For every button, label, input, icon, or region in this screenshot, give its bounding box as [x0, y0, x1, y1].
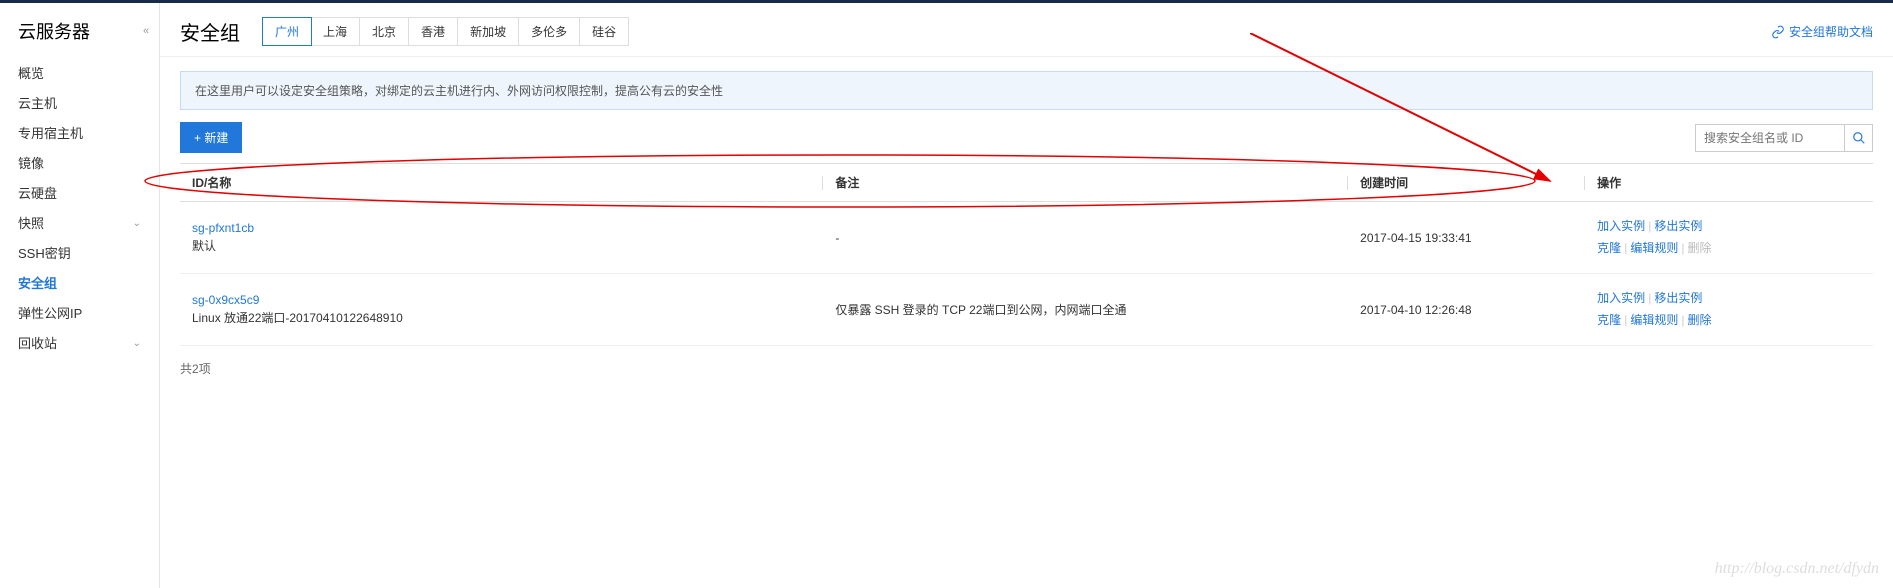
sidebar-item-label: 快照 [18, 209, 44, 239]
actions-cell: 加入实例|移出实例 克隆|编辑规则|删除 [1585, 274, 1873, 346]
action-remove-instance[interactable]: 移出实例 [1654, 291, 1702, 305]
sidebar-item-label: 云硬盘 [18, 179, 57, 209]
footer-total: 共2项 [160, 346, 1893, 391]
link-icon [1771, 25, 1785, 39]
created-cell: 2017-04-10 12:26:48 [1348, 274, 1585, 346]
actions-cell: 加入实例|移出实例 克隆|编辑规则|删除 [1585, 202, 1873, 274]
sidebar-collapse-button[interactable]: « [143, 25, 159, 41]
header-row: 安全组 广州 上海 北京 香港 新加坡 多伦多 硅谷 安全组帮助文档 [160, 3, 1893, 57]
col-id-name: ID/名称 [180, 164, 823, 202]
sidebar-title: 云服务器 [0, 3, 159, 59]
sidebar-item-sshkey[interactable]: SSH密钥 [0, 239, 159, 269]
action-remove-instance[interactable]: 移出实例 [1654, 219, 1702, 233]
search-input[interactable] [1695, 124, 1845, 152]
security-group-id-link[interactable]: sg-pfxnt1cb [192, 221, 811, 235]
sidebar-item-label: 安全组 [18, 269, 57, 299]
region-tab-guangzhou[interactable]: 广州 [262, 17, 312, 46]
region-tab-hongkong[interactable]: 香港 [409, 18, 458, 45]
sidebar-item-label: 回收站 [18, 329, 57, 359]
col-actions: 操作 [1585, 164, 1873, 202]
help-doc-link[interactable]: 安全组帮助文档 [1771, 23, 1873, 40]
sidebar-item-overview[interactable]: 概览 [0, 59, 159, 89]
action-delete: 删除 [1687, 241, 1711, 255]
sidebar-item-eip[interactable]: 弹性公网IP [0, 299, 159, 329]
action-clone[interactable]: 克隆 [1597, 313, 1621, 327]
region-tab-siliconvalley[interactable]: 硅谷 [580, 18, 628, 45]
sidebar-item-label: 云主机 [18, 89, 57, 119]
region-tab-toronto[interactable]: 多伦多 [519, 18, 580, 45]
sidebar-item-dedicated-host[interactable]: 专用宿主机 [0, 119, 159, 149]
table-row: sg-pfxnt1cb 默认 - 2017-04-15 19:33:41 加入实… [180, 202, 1873, 274]
action-join-instance[interactable]: 加入实例 [1597, 291, 1645, 305]
main-content: 安全组 广州 上海 北京 香港 新加坡 多伦多 硅谷 安全组帮助文档 在这里用户… [160, 3, 1893, 588]
region-tab-singapore[interactable]: 新加坡 [458, 18, 519, 45]
action-join-instance[interactable]: 加入实例 [1597, 219, 1645, 233]
action-edit-rules[interactable]: 编辑规则 [1630, 313, 1678, 327]
action-clone[interactable]: 克隆 [1597, 241, 1621, 255]
table-header-row: ID/名称 备注 创建时间 操作 [180, 164, 1873, 202]
search-icon [1852, 131, 1866, 145]
security-group-name: 默认 [192, 239, 216, 253]
col-remark: 备注 [823, 164, 1348, 202]
watermark: http://blog.csdn.net/dfydn [1715, 560, 1879, 578]
sidebar-item-security-group[interactable]: 安全组 [0, 269, 159, 299]
sidebar-item-label: 专用宿主机 [18, 119, 83, 149]
action-edit-rules[interactable]: 编辑规则 [1630, 241, 1678, 255]
sidebar-item-snapshot[interactable]: 快照 ⌄ [0, 209, 159, 239]
chevron-down-icon: ⌄ [133, 209, 141, 239]
sidebar: 云服务器 « 概览 云主机 专用宿主机 镜像 云硬盘 快照 ⌄ SSH密钥 安全组… [0, 3, 160, 588]
chevron-down-icon: ⌄ [133, 329, 141, 359]
created-cell: 2017-04-15 19:33:41 [1348, 202, 1585, 274]
region-tab-beijing[interactable]: 北京 [360, 18, 409, 45]
region-tabs: 广州 上海 北京 香港 新加坡 多伦多 硅谷 [262, 17, 629, 46]
remark-cell: 仅暴露 SSH 登录的 TCP 22端口到公网，内网端口全通 [823, 274, 1348, 346]
sidebar-item-label: 概览 [18, 59, 44, 89]
security-group-id-link[interactable]: sg-0x9cx5c9 [192, 293, 811, 307]
remark-cell: - [823, 202, 1348, 274]
security-group-name: Linux 放通22端口-20170410122648910 [192, 311, 403, 325]
action-delete[interactable]: 删除 [1687, 313, 1711, 327]
sidebar-item-cbs[interactable]: 云硬盘 [0, 179, 159, 209]
info-banner: 在这里用户可以设定安全组策略，对绑定的云主机进行内、外网访问权限控制，提高公有云… [180, 71, 1873, 110]
security-group-table: ID/名称 备注 创建时间 操作 sg-pfxnt1cb 默认 - 2017-0… [180, 163, 1873, 346]
table-row: sg-0x9cx5c9 Linux 放通22端口-201704101226489… [180, 274, 1873, 346]
region-tab-shanghai[interactable]: 上海 [311, 18, 360, 45]
page-title: 安全组 [180, 17, 240, 46]
col-created: 创建时间 [1348, 164, 1585, 202]
sidebar-item-cvm[interactable]: 云主机 [0, 89, 159, 119]
sidebar-item-label: SSH密钥 [18, 239, 71, 269]
sidebar-item-label: 弹性公网IP [18, 299, 82, 329]
sidebar-item-image[interactable]: 镜像 [0, 149, 159, 179]
sidebar-item-label: 镜像 [18, 149, 44, 179]
new-button[interactable]: + 新建 [180, 122, 242, 153]
search-button[interactable] [1845, 124, 1873, 152]
sidebar-item-recycle[interactable]: 回收站 ⌄ [0, 329, 159, 359]
toolbar: + 新建 [160, 110, 1893, 163]
help-link-label: 安全组帮助文档 [1789, 23, 1873, 40]
search-wrap [1695, 124, 1873, 152]
